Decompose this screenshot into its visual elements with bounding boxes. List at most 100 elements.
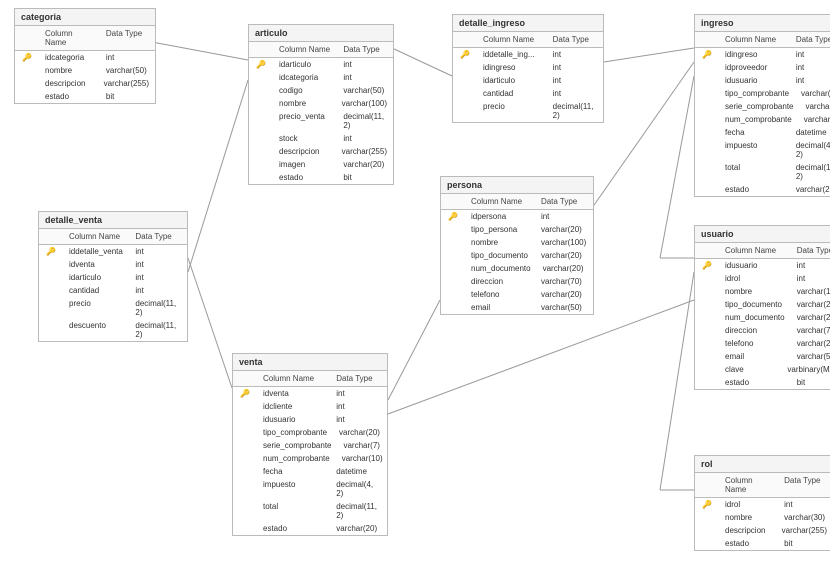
column-name: serie_comprobante — [719, 100, 799, 113]
table-row[interactable]: 🔑iddetalle_ventaint — [39, 245, 187, 258]
table-persona[interactable]: personaColumn NameData Type🔑idpersonaint… — [440, 176, 594, 315]
table-row[interactable]: descripcionvarchar(255) — [15, 77, 155, 90]
table-row[interactable]: 🔑idarticuloint — [249, 58, 393, 71]
table-row[interactable]: descripcionvarchar(255) — [249, 145, 393, 158]
table-row[interactable]: nombrevarchar(100) — [441, 236, 593, 249]
column-type: int — [337, 71, 393, 84]
column-type: int — [790, 61, 830, 74]
table-row[interactable]: estadobit — [249, 171, 393, 184]
table-row[interactable]: imagenvarchar(20) — [249, 158, 393, 171]
table-row[interactable]: 🔑iddetalle_ing...int — [453, 48, 603, 61]
key-spacer — [695, 511, 719, 524]
header-column-name: Column Name — [719, 243, 791, 258]
table-row[interactable]: idusuarioint — [695, 74, 830, 87]
key-spacer — [695, 161, 719, 183]
table-row[interactable]: cantidadint — [453, 87, 603, 100]
table-row[interactable]: idcategoriaint — [249, 71, 393, 84]
table-row[interactable]: idingresoint — [453, 61, 603, 74]
table-row[interactable]: num_documentovarchar(20) — [441, 262, 593, 275]
table-rol[interactable]: rolColumn NameData Type🔑idrolintnombreva… — [694, 455, 830, 551]
table-detalle_venta[interactable]: detalle_ventaColumn NameData Type🔑iddeta… — [38, 211, 188, 342]
table-row[interactable]: idventaint — [39, 258, 187, 271]
header-data-type: Data Type — [535, 194, 593, 209]
column-name: idventa — [63, 258, 129, 271]
table-row[interactable]: estadovarchar(20) — [695, 183, 830, 196]
table-row[interactable]: num_comprobantevarchar(10) — [233, 452, 387, 465]
table-row[interactable]: telefonovarchar(20) — [695, 337, 830, 350]
table-row[interactable]: telefonovarchar(20) — [441, 288, 593, 301]
table-venta[interactable]: ventaColumn NameData Type🔑idventaintidcl… — [232, 353, 388, 536]
table-row[interactable]: serie_comprobantevarchar(7) — [695, 100, 830, 113]
table-row[interactable]: cantidadint — [39, 284, 187, 297]
table-row[interactable]: 🔑idrolint — [695, 498, 830, 511]
table-title: venta — [233, 354, 387, 371]
column-name: nombre — [465, 236, 535, 249]
table-row[interactable]: 🔑idventaint — [233, 387, 387, 400]
table-row[interactable]: emailvarchar(50) — [695, 350, 830, 363]
column-name: nombre — [273, 97, 336, 110]
table-row[interactable]: stockint — [249, 132, 393, 145]
table-categoria[interactable]: categoriaColumn NameData Type🔑idcategori… — [14, 8, 156, 104]
table-row[interactable]: idclienteint — [233, 400, 387, 413]
table-usuario[interactable]: usuarioColumn NameData Type🔑idusuarioint… — [694, 225, 830, 390]
column-name: idingreso — [719, 48, 790, 61]
table-row[interactable]: descuentodecimal(11, 2) — [39, 319, 187, 341]
table-row[interactable]: estadobit — [15, 90, 155, 103]
table-row[interactable]: direccionvarchar(70) — [441, 275, 593, 288]
table-row[interactable]: estadobit — [695, 537, 830, 550]
table-row[interactable]: idarticuloint — [39, 271, 187, 284]
table-row[interactable]: fechadatetime — [695, 126, 830, 139]
key-spacer — [441, 301, 465, 314]
table-row[interactable]: descripcionvarchar(255) — [695, 524, 830, 537]
table-row[interactable]: tipo_personavarchar(20) — [441, 223, 593, 236]
table-row[interactable]: direccionvarchar(70) — [695, 324, 830, 337]
table-row[interactable]: num_comprobantevarchar(10) — [695, 113, 830, 126]
table-row[interactable]: codigovarchar(50) — [249, 84, 393, 97]
table-row[interactable]: 🔑idusuarioint — [695, 259, 830, 272]
table-row[interactable]: nombrevarchar(30) — [695, 511, 830, 524]
table-articulo[interactable]: articuloColumn NameData Type🔑idarticuloi… — [248, 24, 394, 185]
table-row[interactable]: preciodecimal(11, 2) — [453, 100, 603, 122]
table-row[interactable]: 🔑idpersonaint — [441, 210, 593, 223]
table-row[interactable]: impuestodecimal(4, 2) — [695, 139, 830, 161]
table-row[interactable]: idproveedorint — [695, 61, 830, 74]
table-row[interactable]: precio_ventadecimal(11, 2) — [249, 110, 393, 132]
table-row[interactable]: serie_comprobantevarchar(7) — [233, 439, 387, 452]
table-row[interactable]: emailvarchar(50) — [441, 301, 593, 314]
table-row[interactable]: estadovarchar(20) — [233, 522, 387, 535]
table-row[interactable]: 🔑idingresoint — [695, 48, 830, 61]
header-column-name: Column Name — [477, 32, 547, 47]
column-type: varchar(50) — [100, 64, 155, 77]
table-row[interactable]: impuestodecimal(4, 2) — [233, 478, 387, 500]
table-row[interactable]: idrolint — [695, 272, 830, 285]
column-type: int — [790, 48, 830, 61]
table-row[interactable]: 🔑idcategoriaint — [15, 51, 155, 64]
table-row[interactable]: num_documentovarchar(20) — [695, 311, 830, 324]
table-row[interactable]: totaldecimal(11, 2) — [233, 500, 387, 522]
table-row[interactable]: idusuarioint — [233, 413, 387, 426]
table-row[interactable]: estadobit — [695, 376, 830, 389]
column-name: impuesto — [257, 478, 330, 500]
table-row[interactable]: tipo_documentovarchar(20) — [695, 298, 830, 311]
column-type: int — [790, 74, 830, 87]
column-name: idventa — [257, 387, 330, 400]
table-row[interactable]: nombrevarchar(100) — [695, 285, 830, 298]
table-row[interactable]: preciodecimal(11, 2) — [39, 297, 187, 319]
table-row[interactable]: nombrevarchar(100) — [249, 97, 393, 110]
column-name: descripcion — [273, 145, 336, 158]
key-spacer — [441, 288, 465, 301]
header-column-name: Column Name — [719, 32, 790, 47]
table-detalle_ingreso[interactable]: detalle_ingresoColumn NameData Type🔑idde… — [452, 14, 604, 123]
table-row[interactable]: idarticuloint — [453, 74, 603, 87]
table-row[interactable]: fechadatetime — [233, 465, 387, 478]
table-ingreso[interactable]: ingresoColumn NameData Type🔑idingresoint… — [694, 14, 830, 197]
table-row[interactable]: nombrevarchar(50) — [15, 64, 155, 77]
table-row[interactable]: clavevarbinary(MAX) — [695, 363, 830, 376]
column-type: int — [337, 132, 393, 145]
table-row[interactable]: tipo_comprobantevarchar(20) — [233, 426, 387, 439]
table-row[interactable]: tipo_comprobantevarchar(20) — [695, 87, 830, 100]
column-type: int — [547, 87, 603, 100]
table-row[interactable]: tipo_documentovarchar(20) — [441, 249, 593, 262]
table-row[interactable]: totaldecimal(11, 2) — [695, 161, 830, 183]
table-header: Column NameData Type — [15, 26, 155, 51]
